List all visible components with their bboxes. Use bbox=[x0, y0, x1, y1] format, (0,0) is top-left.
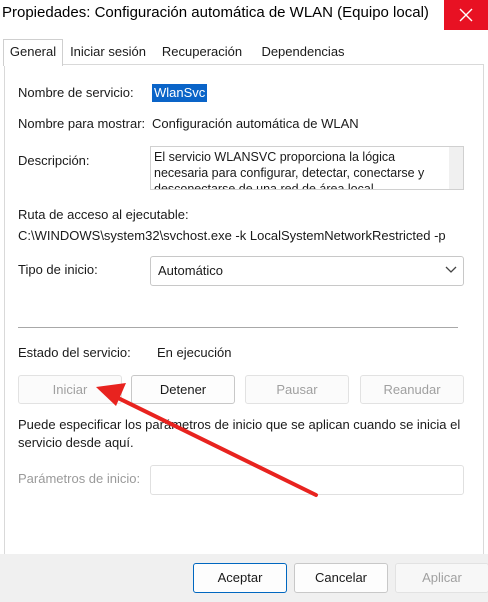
service-name-value[interactable]: WlanSvc bbox=[152, 84, 208, 102]
start-button[interactable]: Iniciar bbox=[18, 375, 122, 404]
close-icon bbox=[459, 8, 473, 22]
path-value: C:\WINDOWS\system32\svchost.exe -k Local… bbox=[18, 228, 446, 243]
service-name-label: Nombre de servicio: bbox=[18, 85, 134, 100]
tab-recuperacion[interactable]: Recuperación bbox=[156, 40, 248, 64]
chevron-down-icon bbox=[445, 266, 457, 273]
tab-strip: General Iniciar sesión Recuperación Depe… bbox=[0, 39, 488, 66]
start-params-input[interactable] bbox=[150, 465, 464, 495]
startup-type-select[interactable]: Automático bbox=[150, 256, 464, 286]
divider bbox=[18, 327, 458, 328]
tab-general[interactable]: General bbox=[3, 39, 63, 66]
accept-button[interactable]: Aceptar bbox=[193, 563, 287, 593]
pause-button[interactable]: Pausar bbox=[245, 375, 349, 404]
resume-button[interactable]: Reanudar bbox=[360, 375, 464, 404]
tab-iniciar-sesion[interactable]: Iniciar sesión bbox=[66, 40, 150, 64]
path-label: Ruta de acceso al ejecutable: bbox=[18, 207, 189, 222]
start-params-label: Parámetros de inicio: bbox=[18, 471, 141, 486]
title-bar: Propiedades: Configuración automática de… bbox=[0, 0, 488, 30]
cancel-button[interactable]: Cancelar bbox=[294, 563, 388, 593]
description-text: El servicio WLANSVC proporciona la lógic… bbox=[154, 150, 425, 190]
startup-type-value: Automático bbox=[158, 263, 224, 278]
description-label: Descripción: bbox=[18, 153, 90, 168]
status-label: Estado del servicio: bbox=[18, 345, 131, 360]
stop-button[interactable]: Detener bbox=[131, 375, 235, 404]
display-name-label: Nombre para mostrar: bbox=[18, 116, 146, 131]
start-params-hint: Puede especificar los parámetros de inic… bbox=[18, 417, 461, 450]
startup-type-label: Tipo de inicio: bbox=[18, 262, 98, 277]
close-button[interactable] bbox=[444, 0, 488, 30]
apply-button[interactable]: Aplicar bbox=[395, 563, 488, 593]
description-scrollbar[interactable] bbox=[449, 147, 463, 189]
window-title: Propiedades: Configuración automática de… bbox=[2, 4, 429, 21]
display-name-value: Configuración automática de WLAN bbox=[152, 116, 359, 131]
tab-dependencias[interactable]: Dependencias bbox=[254, 40, 352, 64]
description-box[interactable]: El servicio WLANSVC proporciona la lógic… bbox=[150, 146, 464, 190]
status-value: En ejecución bbox=[157, 345, 232, 360]
